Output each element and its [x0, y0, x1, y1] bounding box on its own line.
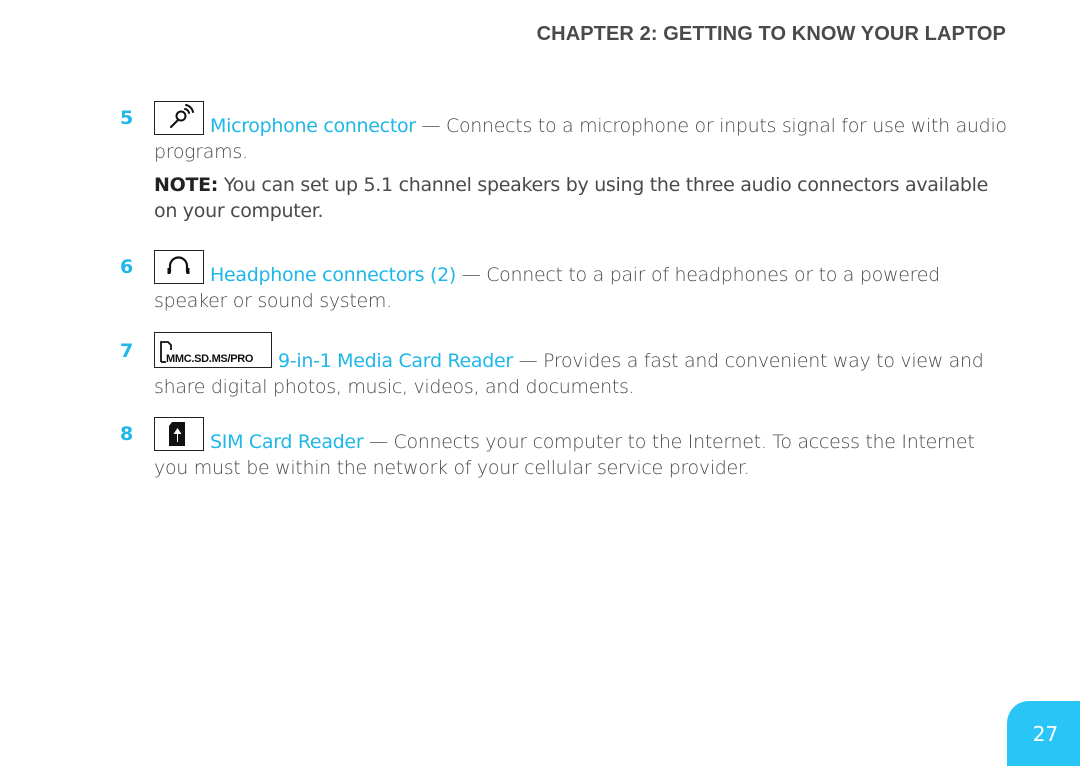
- item-number: 5: [120, 107, 134, 129]
- item-number: 7: [120, 340, 134, 362]
- media-card-icon: MMC.SD.MS/PRO: [154, 332, 272, 368]
- note: NOTE: You can set up 5.1 channel speaker…: [154, 172, 1014, 224]
- item-number: 6: [120, 256, 134, 278]
- headphones-icon: [154, 250, 204, 284]
- media-card-label: MMC.SD.MS/PRO: [166, 353, 254, 365]
- item-term: Microphone connector: [210, 115, 416, 137]
- chapter-header: CHAPTER 2: GETTING TO KNOW YOUR LAPTOP: [536, 23, 1006, 45]
- sim-card-icon: [154, 417, 204, 451]
- item-term: SIM Card Reader: [210, 431, 364, 453]
- item-term: 9-in-1 Media Card Reader: [278, 350, 513, 372]
- note-text: You can set up 5.1 channel speakers by u…: [154, 174, 989, 222]
- item-term: Headphone connectors (2): [210, 264, 457, 286]
- list-item-microphone: 5 Microphone connector — Connects to a m…: [120, 101, 1010, 165]
- page-number-tab: 27: [1007, 701, 1080, 766]
- list-item-headphones: 6 Headphone connectors (2) — Connect to …: [120, 250, 1010, 314]
- page-number: 27: [1032, 721, 1059, 746]
- item-number: 8: [120, 423, 134, 445]
- note-label: NOTE:: [154, 174, 219, 196]
- microphone-icon: [154, 101, 204, 135]
- list-item-sim-card-reader: 8 SIM Card Reader — Connects your comput…: [120, 417, 1010, 481]
- list-item-media-card-reader: 7 MMC.SD.MS/PRO 9-in-1 Media Card Reader…: [120, 332, 1010, 400]
